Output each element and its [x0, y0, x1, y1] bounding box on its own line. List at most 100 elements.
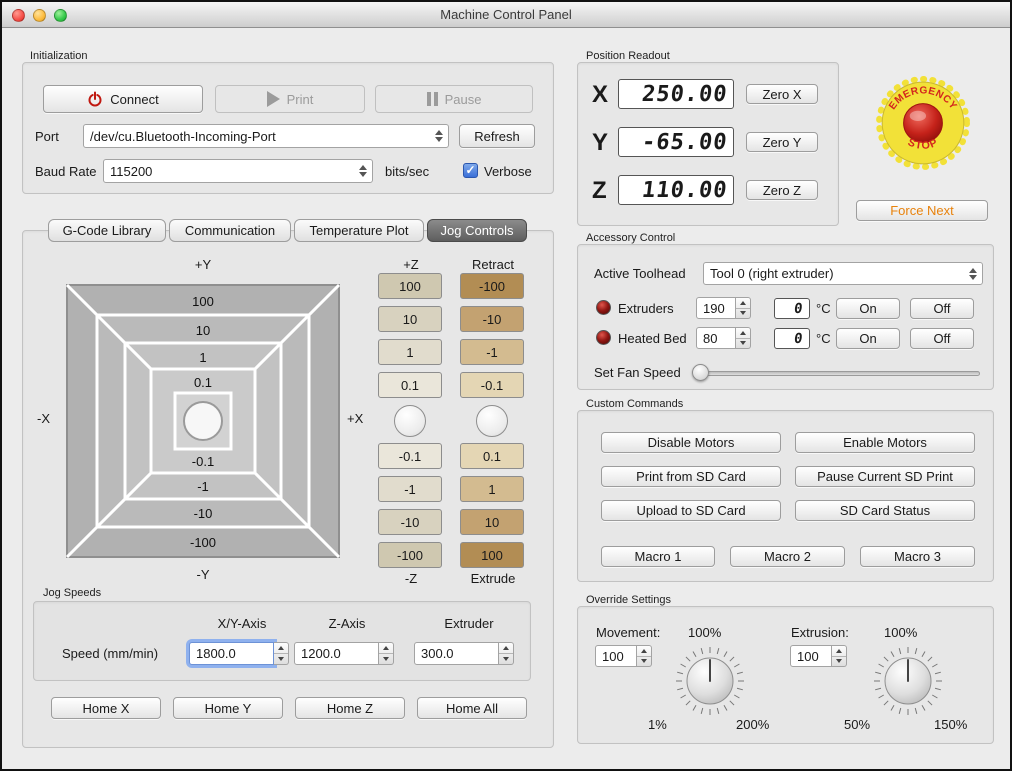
- extruder-on-button[interactable]: On: [836, 298, 900, 319]
- xy-speed-field[interactable]: 1800.0: [189, 642, 274, 665]
- bed-unit-label: °C: [816, 331, 831, 346]
- movement-stepper[interactable]: [637, 645, 652, 667]
- zero-y-button[interactable]: Zero Y: [746, 132, 818, 152]
- tab-gcode-library[interactable]: G-Code Library: [48, 219, 166, 242]
- extrusion-knob[interactable]: [870, 643, 946, 719]
- movement-min-label: 1%: [648, 717, 667, 732]
- extruder-retract-1[interactable]: -1: [460, 339, 524, 365]
- pause-button[interactable]: Pause: [375, 85, 533, 113]
- tab-label: Communication: [185, 223, 275, 238]
- verbose-checkbox[interactable]: [463, 163, 478, 178]
- movement-knob[interactable]: [672, 643, 748, 719]
- tab-communication[interactable]: Communication: [169, 219, 291, 242]
- extrusion-stepper[interactable]: [832, 645, 847, 667]
- position-readout-group-label: Position Readout: [586, 50, 670, 62]
- baud-rate-select[interactable]: 115200: [103, 159, 373, 183]
- force-next-button[interactable]: Force Next: [856, 200, 988, 221]
- verbose-label: Verbose: [484, 164, 532, 179]
- refresh-button[interactable]: Refresh: [459, 124, 535, 148]
- z-jog-plus-1[interactable]: 1: [378, 339, 442, 365]
- connect-button[interactable]: Connect: [43, 85, 203, 113]
- tab-jog-controls[interactable]: Jog Controls: [427, 219, 527, 242]
- bed-on-button[interactable]: On: [836, 328, 900, 349]
- z-jog-minus-10[interactable]: -10: [378, 509, 442, 535]
- z-jog-minus-1[interactable]: -1: [378, 476, 442, 502]
- jog-axis-label-plus-x: +X: [347, 411, 363, 426]
- zero-z-button[interactable]: Zero Z: [746, 180, 818, 200]
- refresh-label: Refresh: [474, 129, 520, 144]
- pause-sd-print-button[interactable]: Pause Current SD Print: [795, 466, 975, 487]
- jog-center-button[interactable]: [184, 402, 222, 440]
- macro-2-button[interactable]: Macro 2: [730, 546, 845, 567]
- port-select[interactable]: /dev/cu.Bluetooth-Incoming-Port: [83, 124, 449, 148]
- z-column-header: +Z: [378, 257, 444, 272]
- zero-x-button[interactable]: Zero X: [746, 84, 818, 104]
- z-jog-plus-100[interactable]: 100: [378, 273, 442, 299]
- play-icon: [267, 91, 280, 107]
- extruder-off-button[interactable]: Off: [910, 298, 974, 319]
- extrusion-top-label: 100%: [884, 625, 917, 640]
- home-y-button[interactable]: Home Y: [173, 697, 283, 719]
- jog-axis-label-minus-x: -X: [37, 411, 50, 426]
- extrusion-label: Extrusion:: [791, 625, 849, 640]
- z-center-button[interactable]: [394, 405, 426, 437]
- extrusion-max-label: 150%: [934, 717, 967, 732]
- z-speed-field[interactable]: 1200.0: [294, 642, 379, 665]
- macro-1-button[interactable]: Macro 1: [601, 546, 715, 567]
- heated-bed-label: Heated Bed: [618, 331, 687, 346]
- extruder-extrude-0.1[interactable]: 0.1: [460, 443, 524, 469]
- extruder-setpoint-field[interactable]: 190: [696, 297, 736, 319]
- extruder-center-button[interactable]: [476, 405, 508, 437]
- extruder-speed-stepper[interactable]: [499, 642, 514, 665]
- pause-label: Pause: [445, 92, 482, 107]
- initialization-group-label: Initialization: [30, 50, 87, 62]
- xy-jog-pad[interactable]: 100 10 1 0.1 -0.1 -1 -10 -100: [63, 275, 343, 567]
- emergency-stop-button[interactable]: EMERGENCY STOP: [874, 74, 972, 172]
- extruder-retract-100[interactable]: -100: [460, 273, 524, 299]
- z-speed-stepper[interactable]: [379, 642, 394, 665]
- print-label: Print: [287, 92, 314, 107]
- extruder-extrude-100[interactable]: 100: [460, 542, 524, 568]
- stop-button-cap[interactable]: [904, 104, 943, 143]
- z-jog-minus-0.1[interactable]: -0.1: [378, 443, 442, 469]
- enable-motors-button[interactable]: Enable Motors: [795, 432, 975, 453]
- bed-setpoint-field[interactable]: 80: [696, 327, 736, 349]
- extrusion-value-field[interactable]: 100: [790, 645, 832, 667]
- extruder-extrude-1[interactable]: 1: [460, 476, 524, 502]
- jog-ring-label: -10: [194, 506, 213, 521]
- sd-card-status-button[interactable]: SD Card Status: [795, 500, 975, 521]
- z-jog-plus-10[interactable]: 10: [378, 306, 442, 332]
- movement-value-field[interactable]: 100: [595, 645, 637, 667]
- jog-ring-label: -1: [197, 479, 209, 494]
- xy-speed-stepper[interactable]: [274, 642, 289, 665]
- bed-setpoint-stepper[interactable]: [736, 327, 751, 349]
- extruders-label: Extruders: [618, 301, 674, 316]
- y-axis-label: Y: [592, 129, 608, 157]
- print-from-sd-button[interactable]: Print from SD Card: [601, 466, 781, 487]
- retract-header: Retract: [453, 257, 533, 272]
- bed-off-button[interactable]: Off: [910, 328, 974, 349]
- extruder-retract-0.1[interactable]: -0.1: [460, 372, 524, 398]
- fan-speed-slider[interactable]: [698, 371, 980, 376]
- x-position-display: 250.00: [618, 79, 734, 109]
- jog-ring-label: 100: [192, 294, 214, 309]
- upload-to-sd-button[interactable]: Upload to SD Card: [601, 500, 781, 521]
- extruder-extrude-10[interactable]: 10: [460, 509, 524, 535]
- home-x-button[interactable]: Home X: [51, 697, 161, 719]
- disable-motors-button[interactable]: Disable Motors: [601, 432, 781, 453]
- accessory-control-group-label: Accessory Control: [586, 232, 675, 244]
- extruder-setpoint-stepper[interactable]: [736, 297, 751, 319]
- home-z-button[interactable]: Home Z: [295, 697, 405, 719]
- jog-ring-label: 1: [199, 350, 206, 365]
- print-button[interactable]: Print: [215, 85, 365, 113]
- z-jog-plus-0.1[interactable]: 0.1: [378, 372, 442, 398]
- home-all-button[interactable]: Home All: [417, 697, 527, 719]
- fan-slider-thumb[interactable]: [692, 364, 709, 381]
- extruder-speed-field[interactable]: 300.0: [414, 642, 499, 665]
- z-jog-minus-100[interactable]: -100: [378, 542, 442, 568]
- extruder-retract-10[interactable]: -10: [460, 306, 524, 332]
- macro-3-button[interactable]: Macro 3: [860, 546, 975, 567]
- tab-temperature-plot[interactable]: Temperature Plot: [294, 219, 424, 242]
- jog-speed-col-xy: X/Y-Axis: [192, 616, 292, 631]
- active-toolhead-select[interactable]: Tool 0 (right extruder): [703, 262, 983, 285]
